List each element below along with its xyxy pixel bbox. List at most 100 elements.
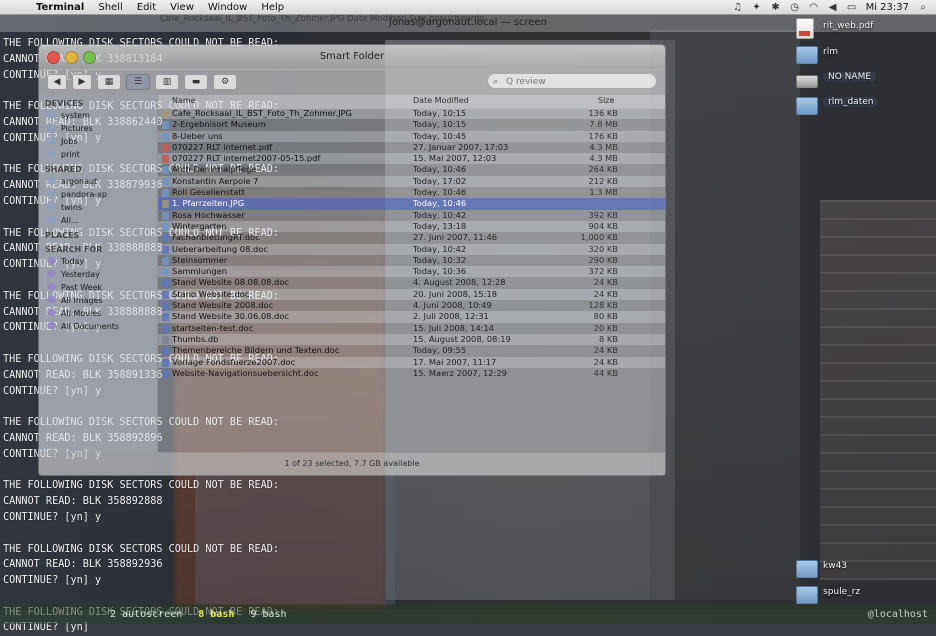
bluetooth-icon[interactable]: ✱	[771, 2, 781, 13]
file-row[interactable]: 2-Ergebnisort Museum Today, 10:15 7.8 MB	[158, 119, 665, 130]
menu-view[interactable]: View	[170, 2, 194, 13]
coverflow-view-button[interactable]: ▬	[184, 74, 208, 90]
dropbox-icon[interactable]: ✦	[752, 2, 762, 13]
sidebar-item-yesterday[interactable]: Yesterday	[39, 268, 157, 281]
zoom-button[interactable]	[83, 51, 96, 64]
finder-titlebar[interactable]: Smart Folder	[39, 45, 665, 70]
desktop-icon-rlm-daten[interactable]: rlm_daten	[796, 97, 906, 117]
menu-extras: ♫ ✦ ✱ ◷ ◠ ◀ ▭ Mi 23:37 ⌕	[733, 0, 928, 14]
file-row[interactable]: Stand Website.doc 20. Juni 2008, 15:18 24 …	[158, 288, 665, 301]
screen-tab[interactable]: 2 autoscreen	[110, 609, 182, 620]
column-header-size[interactable]: Size	[598, 96, 614, 105]
sidebar-item-all[interactable]: All...	[39, 214, 157, 227]
sidebar-item-label: Pictures	[61, 124, 93, 133]
menu-edit[interactable]: Edit	[137, 2, 156, 13]
sidebar-item-past-week[interactable]: Past Week	[39, 281, 157, 294]
sidebar-section-heading: DEVICES	[45, 99, 84, 108]
sidebar-item-print[interactable]: print	[39, 148, 157, 161]
file-row[interactable]: Ueberarbeitung 08.doc Today, 10:42 320 KB	[158, 243, 665, 255]
file-name: Stand Website.doc	[172, 288, 250, 299]
desktop-icon-rit-web-pdf[interactable]: rit_web.pdf	[796, 18, 906, 40]
file-date: 4. August 2008, 12:28	[413, 277, 506, 288]
desktop-icon-spule-rz[interactable]: spule_rz	[796, 586, 906, 606]
minimize-button[interactable]	[65, 51, 78, 64]
file-row[interactable]: 1. Pfarrzeiten.JPG Today, 10:46	[158, 198, 665, 210]
desktop-icon-rlm[interactable]: rlm	[796, 46, 906, 66]
time-machine-icon[interactable]: ◷	[790, 2, 800, 13]
forward-button[interactable]: ▶	[72, 74, 92, 90]
desktop-icon-label: kw43	[823, 561, 848, 571]
menu-app-name[interactable]: Terminal	[36, 2, 84, 13]
sidebar-item-all-images[interactable]: All Images	[39, 294, 157, 307]
file-row[interactable]: FachanbietungRT.doc 27. Juni 2007, 11:46 1…	[158, 232, 665, 243]
file-row[interactable]: 8-Ueber uns Today, 10:45 176 KB	[158, 130, 665, 142]
desktop-icon-no-name[interactable]: NO NAME	[796, 72, 906, 92]
spotlight-search-icon[interactable]: ⌕	[918, 2, 928, 13]
file-size: 290 KB	[588, 254, 618, 265]
smart-folder-icon	[47, 270, 56, 277]
screen-tab[interactable]: 9 bash	[250, 609, 286, 620]
list-view-button[interactable]: ☰	[126, 74, 150, 90]
wifi-icon[interactable]: ◠	[809, 2, 819, 13]
sidebar-item-today[interactable]: Today	[39, 255, 157, 268]
column-view-button[interactable]: ▥	[155, 74, 179, 90]
icon-view-button[interactable]: ▦	[97, 74, 121, 90]
menu-help[interactable]: Help	[261, 2, 284, 13]
file-date: Today, 10:46	[413, 198, 467, 209]
battery-icon[interactable]: ▭	[847, 2, 857, 13]
sidebar-item-all-documents[interactable]: All Documents	[39, 320, 157, 333]
menu-clock[interactable]: Mi 23:37	[866, 2, 909, 13]
sidebar-item-system[interactable]: system	[39, 109, 157, 122]
volume-icon[interactable]: ◀	[828, 2, 838, 13]
file-row[interactable]: Rosa Hochwasser Today, 10:42 392 KB	[158, 210, 665, 221]
back-button[interactable]: ◀	[47, 74, 67, 90]
menu-shell[interactable]: Shell	[98, 2, 122, 13]
sidebar-item-label: pandora-xp	[61, 190, 107, 199]
file-row[interactable]: Thumbs.db 15. August 2008, 08:19 8 KB	[158, 333, 665, 346]
column-header-date[interactable]: Date Modified	[413, 96, 469, 105]
sidebar-item-jobs[interactable]: Jobs	[39, 135, 157, 148]
file-row[interactable]: Vorlage Fondsfuerze2007.doc 17. Mai 2007,…	[158, 356, 665, 368]
sidebar-item-pictures[interactable]: Pictures	[39, 122, 157, 135]
sidebar-item-twins[interactable]: twins	[39, 201, 157, 214]
sidebar-item-label: All Images	[61, 296, 103, 305]
file-row[interactable]: 070227 RLT internet2007-05-15.pdf 15. Mai…	[158, 153, 665, 165]
action-gear-button[interactable]: ⚙	[213, 74, 237, 90]
pdf-file-icon	[162, 155, 169, 164]
file-row[interactable]: startseiten-test.doc 15. Juli 2008, 14:14…	[158, 323, 665, 334]
file-row[interactable]: Stand Website 30.06.08.doc 2. Juli 2008, …	[158, 311, 665, 323]
desktop-icon-kw43[interactable]: kw43	[796, 560, 906, 580]
finder-status-bar: 1 of 23 selected, 7.7 GB available	[39, 452, 665, 475]
finder-window[interactable]: Smart Folder ◀ ▶ ▦ ☰ ▥ ▬ ⚙ ⌕ Q review DE…	[38, 44, 666, 476]
sidebar-item-label: All...	[61, 216, 79, 225]
menu-window[interactable]: Window	[208, 2, 247, 13]
sidebar-item-pandora-xp[interactable]: pandora-xp	[39, 188, 157, 201]
file-row[interactable]: Steinsommer Today, 10:32 290 KB	[158, 255, 665, 266]
file-date: Today, 09:55	[413, 345, 467, 356]
file-row[interactable]: 070227 RLT internet.pdf 27. Januar 2007, …	[158, 142, 665, 153]
file-size: 212 KB	[588, 175, 618, 186]
file-row[interactable]: Arch Denkmalpflege Today, 10:46 264 KB	[158, 164, 665, 175]
file-row[interactable]: Wintergarten Today, 13:18 904 KB	[158, 220, 665, 233]
sidebar-item-all-movies[interactable]: All Movies	[39, 307, 157, 320]
close-button[interactable]	[47, 51, 60, 64]
sidebar-section-heading: SEARCH FOR	[45, 245, 103, 254]
file-date: 15. Maerz 2007, 12:29	[413, 367, 507, 378]
folder-icon	[796, 560, 818, 578]
file-row[interactable]: Stand Website 08.08.08.doc 4. August 2008…	[158, 277, 665, 288]
sidebar-item-label: All Documents	[61, 322, 120, 331]
screen-tab[interactable]: 8 bash	[198, 609, 234, 620]
file-date: Today, 10:15	[413, 108, 467, 118]
file-row[interactable]: Konstantin Aerpole 7 Today, 17:02 212 KB	[158, 175, 665, 188]
file-date: Today, 17:02	[413, 175, 467, 186]
file-row[interactable]: Roll Gesellenstatt Today, 10:46 1.3 MB	[158, 187, 665, 198]
file-row[interactable]: Sammlungen Today, 10:36 372 KB	[158, 266, 665, 278]
column-header-name[interactable]: Name	[172, 96, 196, 105]
search-field[interactable]: ⌕ Q review	[487, 73, 657, 89]
sidebar-item-argonaut[interactable]: argonaut	[39, 175, 157, 188]
file-row[interactable]: Cafe_Rocksaal_IL_BST_Foto_Th_Zohmer.JPG T…	[158, 108, 665, 120]
file-row[interactable]: Stand Website 2008.doc 4. Juni 2008, 10:4…	[158, 300, 665, 311]
music-icon[interactable]: ♫	[733, 2, 743, 13]
file-row[interactable]: Website-Navigationsuebersicht.doc 15. Mae…	[158, 368, 665, 379]
file-row[interactable]: Themenbereiche Bildern und Texten.doc Tod…	[158, 345, 665, 356]
